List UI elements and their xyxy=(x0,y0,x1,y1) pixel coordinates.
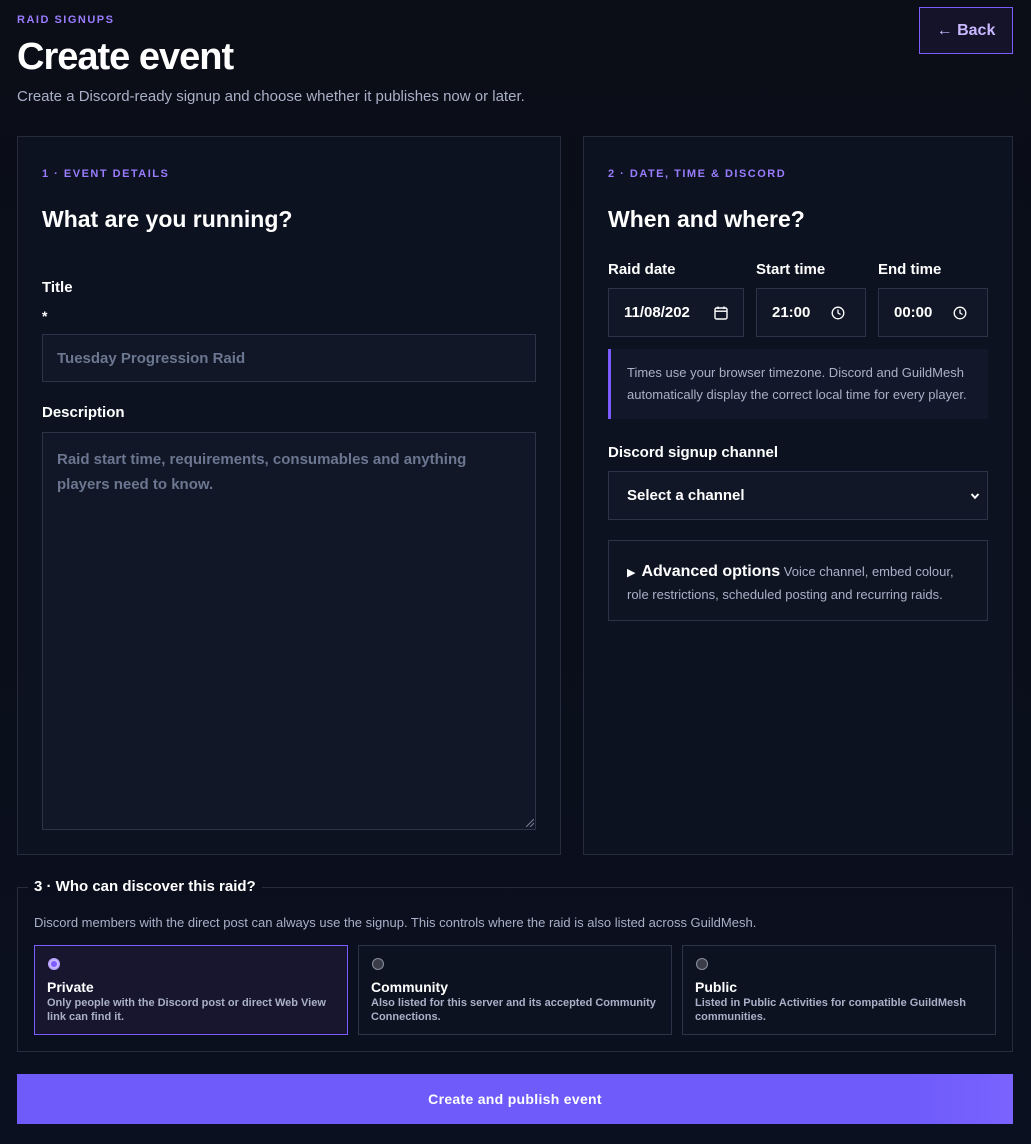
start-time-value: 21:00 xyxy=(772,304,811,321)
eyebrow: RAID SIGNUPS xyxy=(17,14,115,26)
event-details-step-label: 1 · EVENT DETAILS xyxy=(42,168,170,180)
visibility-option-private[interactable]: Private Only people with the Discord pos… xyxy=(34,945,348,1035)
description-textarea[interactable] xyxy=(42,432,536,830)
visibility-legend: 3 · Who can discover this raid? xyxy=(28,878,262,895)
chevron-down-icon xyxy=(970,493,980,500)
visibility-option-title: Public xyxy=(695,979,738,995)
end-time-label: End time xyxy=(878,261,942,278)
schedule-heading: When and where? xyxy=(608,206,805,232)
end-time-value: 00:00 xyxy=(894,304,933,321)
page-subtitle: Create a Discord-ready signup and choose… xyxy=(17,88,525,105)
page-title: Create event xyxy=(17,36,234,78)
start-time-input[interactable]: 21:00 xyxy=(756,288,866,337)
visibility-option-title: Private xyxy=(47,979,94,995)
visibility-option-title: Community xyxy=(371,979,448,995)
discord-channel-label: Discord signup channel xyxy=(608,444,779,461)
radio-public[interactable] xyxy=(696,958,708,970)
visibility-option-desc: Also listed for this server and its acce… xyxy=(371,997,656,1023)
clock-icon[interactable] xyxy=(831,306,845,320)
calendar-icon[interactable] xyxy=(714,306,728,320)
radio-community[interactable] xyxy=(372,958,384,970)
create-event-button[interactable]: Create and publish event xyxy=(17,1074,1013,1124)
visibility-option-community[interactable]: Community Also listed for this server an… xyxy=(358,945,672,1035)
visibility-option-desc: Listed in Public Activities for compatib… xyxy=(695,997,966,1023)
description-label: Description xyxy=(42,404,125,421)
raid-date-value: 11/08/202 xyxy=(624,304,690,321)
title-input[interactable] xyxy=(42,334,536,382)
raid-date-input[interactable]: 11/08/202 xyxy=(608,288,744,337)
timezone-note: Times use your browser timezone. Discord… xyxy=(608,349,988,419)
radio-private[interactable] xyxy=(48,958,60,970)
resize-handle-icon[interactable] xyxy=(526,819,534,827)
visibility-description: Discord members with the direct post can… xyxy=(34,915,757,930)
disclosure-triangle-icon: ▶ xyxy=(627,567,636,579)
start-time-label: Start time xyxy=(756,261,826,278)
end-time-input[interactable]: 00:00 xyxy=(878,288,988,337)
schedule-step-label: 2 · DATE, TIME & DISCORD xyxy=(608,168,787,180)
advanced-options-toggle[interactable]: ▶ Advanced options Voice channel, embed c… xyxy=(608,540,988,621)
advanced-options-title: Advanced options xyxy=(641,563,781,580)
back-button[interactable]: ← Back xyxy=(919,7,1013,54)
event-details-heading: What are you running? xyxy=(42,206,293,232)
visibility-option-public[interactable]: Public Listed in Public Activities for c… xyxy=(682,945,996,1035)
discord-channel-value: Select a channel xyxy=(627,487,745,504)
discord-channel-select[interactable]: Select a channel xyxy=(608,471,988,520)
raid-date-label: Raid date xyxy=(608,261,676,278)
clock-icon[interactable] xyxy=(953,306,967,320)
title-label: Title xyxy=(42,279,73,296)
visibility-option-desc: Only people with the Discord post or dir… xyxy=(47,997,326,1023)
required-mark: * xyxy=(42,308,48,324)
